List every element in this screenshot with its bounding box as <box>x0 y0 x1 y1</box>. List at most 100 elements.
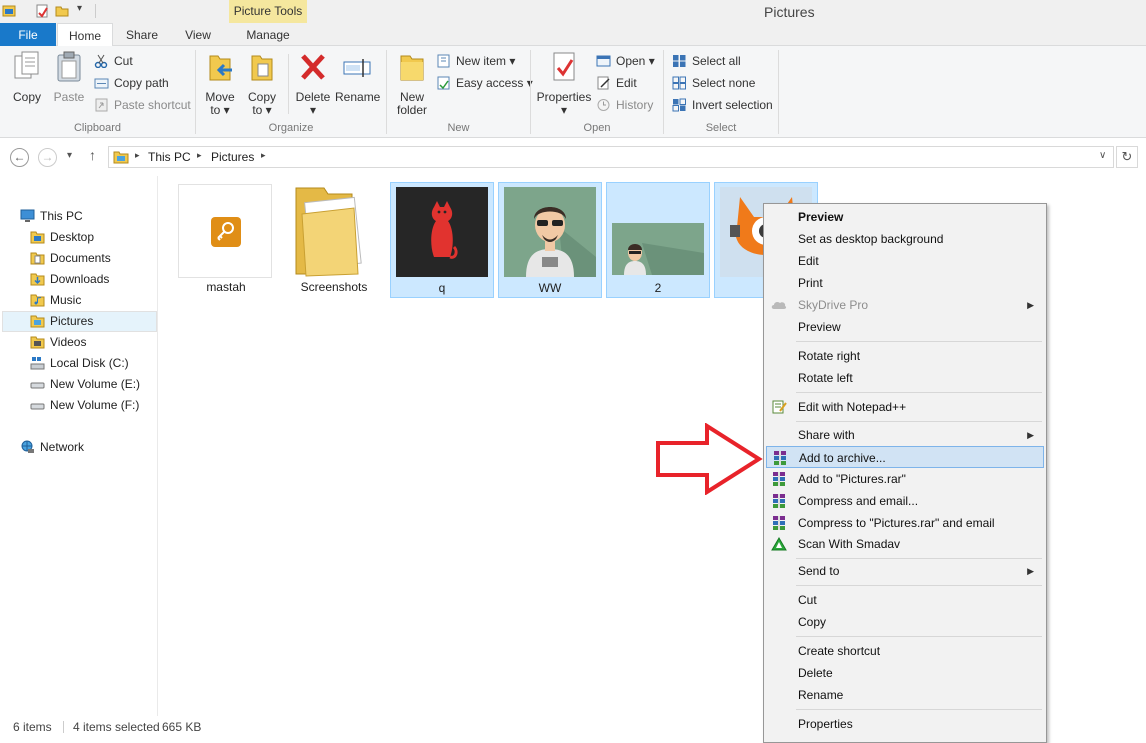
menu-item-preview[interactable]: Preview <box>766 316 1044 338</box>
move-to-button[interactable]: Move to ▾ <box>202 50 238 117</box>
menu-item-delete[interactable]: Delete <box>766 662 1044 684</box>
menu-item-compress-to-pictures-rar-and-email[interactable]: Compress to "Pictures.rar" and email <box>766 512 1044 534</box>
menu-item-add-to-archive[interactable]: Add to archive... <box>766 446 1044 468</box>
rename-button[interactable]: Rename <box>335 50 380 104</box>
history-button[interactable]: History <box>596 96 653 114</box>
menu-item-share-with[interactable]: Share with ▶ <box>766 424 1044 446</box>
qat-dropdown-icon[interactable]: ▾ <box>77 3 82 14</box>
menu-item-skydrive-pro[interactable]: SkyDrive Pro ▶ <box>766 294 1044 316</box>
tab-manage[interactable]: Manage <box>232 23 304 46</box>
back-button[interactable]: ← <box>10 148 29 167</box>
easy-access-icon <box>437 76 450 90</box>
breadcrumb-pictures[interactable]: Pictures <box>211 150 254 164</box>
edit-button[interactable]: Edit <box>596 74 637 92</box>
new-item-button[interactable]: New item ▾ <box>436 52 515 70</box>
menu-item-add-to-pictures-rar[interactable]: Add to "Pictures.rar" <box>766 468 1044 490</box>
tab-file[interactable]: File <box>0 23 56 46</box>
contextual-tab-group: Picture Tools <box>229 0 307 23</box>
file-screenshots[interactable]: Screenshots <box>284 182 384 298</box>
pictures-folder-icon <box>30 315 45 328</box>
nav-new-volume-f[interactable]: New Volume (F:) <box>30 395 139 415</box>
menu-item-cut[interactable]: Cut <box>766 589 1044 611</box>
cut-button[interactable]: Cut <box>94 52 133 70</box>
new-folder-qat-icon[interactable] <box>55 4 69 18</box>
nav-network[interactable]: Network <box>20 437 84 457</box>
address-bar[interactable]: ▸ This PC ▸ Pictures ▸ ∨ <box>108 146 1114 168</box>
videos-folder-icon <box>30 336 45 349</box>
nav-music[interactable]: Music <box>30 290 81 310</box>
menu-item-rotate-right[interactable]: Rotate right <box>766 345 1044 367</box>
breadcrumb-chevron-icon[interactable]: ▸ <box>261 150 266 161</box>
explorer-icon[interactable] <box>2 4 16 18</box>
recent-locations-icon[interactable]: ▾ <box>67 150 72 161</box>
paste-shortcut-button[interactable]: Paste shortcut <box>94 96 191 114</box>
nav-network-label: Network <box>40 440 85 454</box>
copy-to-button[interactable]: Copy to ▾ <box>244 50 280 117</box>
context-menu: Preview Set as desktop background Edit P… <box>763 203 1047 743</box>
nav-new-volume-e[interactable]: New Volume (E:) <box>30 374 140 394</box>
delete-button[interactable]: Delete ▾ <box>293 50 333 117</box>
file-ww[interactable]: WW <box>498 182 602 298</box>
open-button[interactable]: Open ▾ <box>596 52 655 70</box>
copy-path-button[interactable]: Copy path <box>94 74 169 92</box>
tab-view[interactable]: View <box>172 23 224 46</box>
mastah-thumbnail <box>178 184 272 278</box>
menu-item-print[interactable]: Print <box>766 272 1044 294</box>
nav-videos[interactable]: Videos <box>30 332 86 352</box>
select-all-button[interactable]: Select all <box>672 52 741 70</box>
status-bar: 6 items 4 items selected 665 KB <box>0 716 760 734</box>
select-none-button[interactable]: Select none <box>672 74 755 92</box>
winrar-icon <box>773 472 785 486</box>
file-q[interactable]: q <box>390 182 494 298</box>
menu-separator <box>796 558 1042 559</box>
menu-item-properties[interactable]: Properties <box>766 713 1044 735</box>
breadcrumb-chevron-icon[interactable]: ▸ <box>135 150 140 161</box>
group-label-open: Open <box>583 122 611 134</box>
status-selected-count: 4 items selected <box>73 720 160 734</box>
window-title: Pictures <box>764 4 815 20</box>
nav-music-label: Music <box>50 293 82 307</box>
menu-item-compress-and-email[interactable]: Compress and email... <box>766 490 1044 512</box>
nav-local-disk-c[interactable]: Local Disk (C:) <box>30 353 129 373</box>
menu-item-scan-with-smadav[interactable]: Scan With Smadav <box>766 533 1044 555</box>
forward-button[interactable]: → <box>38 148 57 167</box>
breadcrumb-chevron-icon[interactable]: ▸ <box>197 150 202 161</box>
menu-item-preview-default[interactable]: Preview <box>766 206 1044 228</box>
new-folder-button[interactable]: New folder <box>393 50 431 117</box>
nav-pictures[interactable]: Pictures <box>30 311 93 331</box>
file-2[interactable]: 2 <box>606 182 710 298</box>
paste-shortcut-label: Paste shortcut <box>114 98 191 112</box>
nav-this-pc[interactable]: This PC <box>20 206 83 226</box>
paste-button[interactable]: Paste <box>50 50 88 104</box>
submenu-arrow-icon: ▶ <box>1027 566 1034 576</box>
properties-qat-icon[interactable] <box>35 4 49 18</box>
copy-to-label: Copy to ▾ <box>247 90 276 117</box>
smadav-icon <box>771 537 787 551</box>
menu-item-rotate-left[interactable]: Rotate left <box>766 367 1044 389</box>
ribbon-tabs: File Home Share View Manage <box>0 23 1146 47</box>
menu-item-edit[interactable]: Edit <box>766 250 1044 272</box>
nav-desktop[interactable]: Desktop <box>30 227 94 247</box>
up-icon[interactable]: ↑ <box>89 147 96 163</box>
nav-pictures-label: Pictures <box>50 314 94 328</box>
tab-share[interactable]: Share <box>116 23 168 46</box>
nav-documents[interactable]: Documents <box>30 248 111 268</box>
properties-button[interactable]: Properties ▾ <box>536 50 592 117</box>
menu-item-set-desktop-background[interactable]: Set as desktop background <box>766 228 1044 250</box>
refresh-button[interactable]: ↻ <box>1116 146 1138 168</box>
menu-item-edit-with-notepad[interactable]: Edit with Notepad++ <box>766 396 1044 418</box>
menu-item-create-shortcut[interactable]: Create shortcut <box>766 640 1044 662</box>
menu-item-copy[interactable]: Copy <box>766 611 1044 633</box>
menu-item-rename[interactable]: Rename <box>766 684 1044 706</box>
copy-path-label: Copy path <box>114 76 169 90</box>
menu-item-send-to[interactable]: Send to ▶ <box>766 560 1044 582</box>
easy-access-button[interactable]: Easy access ▾ <box>436 74 533 92</box>
tab-home[interactable]: Home <box>57 23 113 47</box>
downloads-folder-icon <box>30 273 45 286</box>
invert-selection-button[interactable]: Invert selection <box>672 96 773 114</box>
nav-downloads[interactable]: Downloads <box>30 269 109 289</box>
breadcrumb-this-pc[interactable]: This PC <box>148 150 191 164</box>
file-mastah[interactable]: mastah <box>176 182 276 298</box>
address-dropdown-icon[interactable]: ∨ <box>1099 150 1106 161</box>
copy-button[interactable]: Copy <box>8 50 46 104</box>
